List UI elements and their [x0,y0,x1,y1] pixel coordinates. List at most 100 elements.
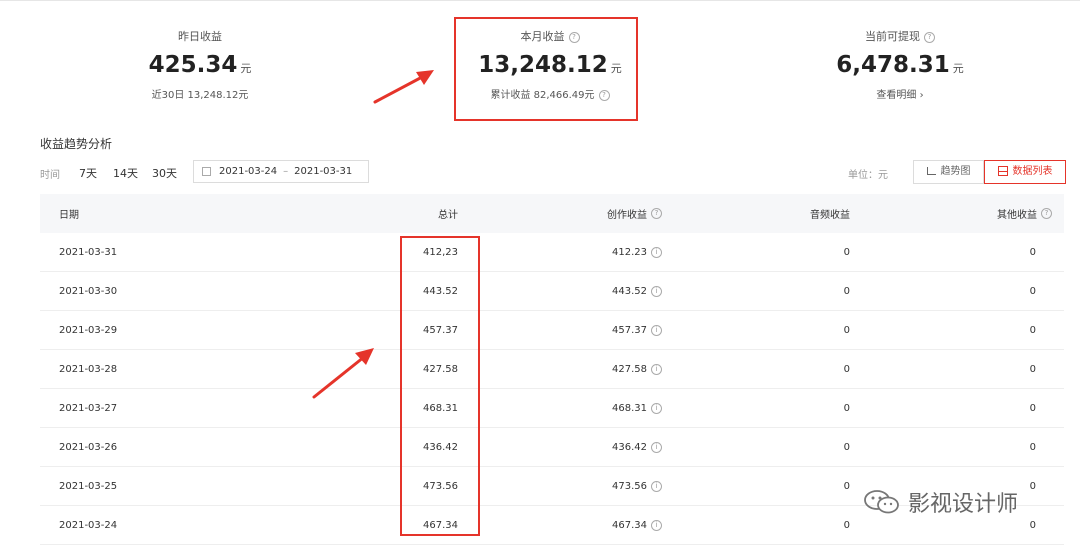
stat-yesterday: 昨日收益 425.34 元 近30日 13,248.12元 [120,29,280,103]
header-total: 总计 [438,210,458,221]
top-border [0,0,1080,1]
annotation-arrow-top [373,70,434,104]
cell-audio: 0 [843,519,850,531]
info-icon[interactable]: i [651,363,662,375]
cell-create: 436.42 i [612,428,662,466]
header-create-label: 创作收益 [607,210,647,221]
line-chart-icon [926,167,936,175]
calendar-icon [202,166,211,176]
cell-other: 0 [1029,480,1036,492]
table-row: 2021-03-26 436.42 436.42 i 0 0 [40,428,1064,467]
cell-create-value: 436.42 [612,441,647,453]
table-row: 2021-03-27 468.31 468.31 i 0 0 [40,389,1064,428]
info-icon[interactable]: i [651,441,662,453]
cell-create: 473.56 i [612,467,662,505]
cell-other: 0 [1029,285,1036,297]
highlight-box-month [454,17,638,121]
cell-date: 2021-03-27 [59,402,118,414]
cell-audio: 0 [843,363,850,375]
header-other: 其他收益? [997,194,1052,233]
cell-date: 2021-03-25 [59,480,118,492]
stat-yesterday-label: 昨日收益 [178,30,222,43]
data-list-label: 数据列表 [1012,166,1053,177]
cell-audio: 0 [843,441,850,453]
range-7-days-button[interactable]: 7天 [79,165,97,181]
header-create: 创作收益? [607,194,662,233]
cell-create-value: 457.37 [612,324,647,336]
cell-create-value: 473.56 [612,480,647,492]
time-label: 时间 [40,170,60,181]
trend-chart-button[interactable]: 趋势图 [913,160,984,184]
stat-withdrawable: 当前可提现? 6,478.31 元 查看明细 › [820,29,980,103]
cell-create-value: 467.34 [612,519,647,531]
info-icon[interactable]: i [651,402,662,414]
cell-audio: 0 [843,480,850,492]
cell-create-value: 443.52 [612,285,647,297]
cell-create: 468.31 i [612,389,662,427]
cell-audio: 0 [843,246,850,258]
cell-date: 2021-03-31 [59,246,118,258]
stat-yesterday-value: 425.34 [148,52,238,78]
stat-withdrawable-value: 6,478.31 [836,52,950,78]
help-icon[interactable]: ? [651,208,662,219]
cell-create-value: 427.58 [612,363,647,375]
table-row: 2021-03-28 427.58 427.58 i 0 0 [40,350,1064,389]
date-range-picker[interactable]: 2021-03-24–2021-03-31 [193,160,369,183]
stat-yesterday-sub: 近30日 13,248.12元 [151,90,249,101]
watermark: 影视设计师 [862,486,1018,518]
section-title: 收益趋势分析 [40,137,113,151]
cell-create-value: 412.23 [612,246,647,258]
help-icon[interactable]: ? [1041,208,1052,219]
table-header: 日期 总计 创作收益? 音频收益 其他收益? [40,194,1064,233]
cell-audio: 0 [843,285,850,297]
cell-date: 2021-03-30 [59,285,118,297]
info-icon[interactable]: i [651,519,662,531]
data-list-button[interactable]: 数据列表 [984,160,1066,184]
cell-date: 2021-03-24 [59,519,118,531]
cell-audio: 0 [843,402,850,414]
date-end: 2021-03-31 [294,166,353,177]
help-icon[interactable]: ? [924,31,935,43]
stat-withdrawable-label: 当前可提现 [865,30,920,43]
header-other-label: 其他收益 [997,210,1037,221]
range-14-days-button[interactable]: 14天 [113,165,138,181]
cell-other: 0 [1029,519,1036,531]
stat-withdrawable-unit: 元 [952,62,964,75]
cell-audio: 0 [843,324,850,336]
cell-create: 457.37 i [612,311,662,349]
cell-create: 412.23 i [612,233,662,271]
date-start: 2021-03-24 [219,166,278,177]
cell-other: 0 [1029,246,1036,258]
range-30-days-button[interactable]: 30天 [152,165,177,181]
table-icon [997,166,1008,176]
header-date: 日期 [59,210,79,221]
watermark-text: 影视设计师 [908,492,1019,517]
cell-date: 2021-03-29 [59,324,118,336]
stat-yesterday-unit: 元 [240,62,252,75]
unit-label: 单位：元 [848,170,888,181]
cell-create: 443.52 i [612,272,662,310]
cell-other: 0 [1029,402,1036,414]
info-icon[interactable]: i [651,324,662,336]
cell-create-value: 468.31 [612,402,647,414]
info-icon[interactable]: i [651,246,662,258]
highlight-box-total [400,236,480,536]
cell-other: 0 [1029,441,1036,453]
wechat-icon [864,490,899,514]
cell-date: 2021-03-26 [59,441,118,453]
cell-create: 467.34 i [612,506,662,544]
cell-create: 427.58 i [612,350,662,388]
table-row: 2021-03-29 457.37 457.37 i 0 0 [40,311,1064,350]
cell-other: 0 [1029,324,1036,336]
info-icon[interactable]: i [651,285,662,297]
table-row: 2021-03-31 412,23 412.23 i 0 0 [40,233,1064,272]
view-details-link[interactable]: 查看明细 › [820,89,980,103]
cell-date: 2021-03-28 [59,363,118,375]
date-separator: – [283,166,289,177]
header-audio: 音频收益 [810,210,850,221]
trend-chart-label: 趋势图 [940,166,971,177]
annotation-arrow-middle [312,348,374,399]
info-icon[interactable]: i [651,480,662,492]
table-row: 2021-03-30 443.52 443.52 i 0 0 [40,272,1064,311]
cell-other: 0 [1029,363,1036,375]
